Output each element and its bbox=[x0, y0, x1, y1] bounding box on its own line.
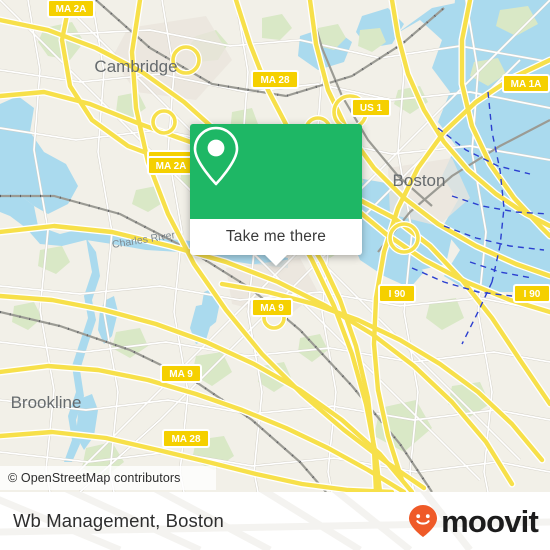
svg-text:I 90: I 90 bbox=[524, 289, 541, 300]
popup-icon-area bbox=[190, 124, 362, 219]
highway-shield: MA 2A bbox=[47, 0, 95, 18]
map-page: Charles River Cambridge Boston Brookline M… bbox=[0, 0, 550, 550]
map-attribution[interactable]: © OpenStreetMap contributors bbox=[0, 466, 216, 490]
svg-text:US 1: US 1 bbox=[360, 103, 383, 114]
highway-shield: US 1 bbox=[351, 98, 391, 117]
moovit-logo[interactable]: moovit bbox=[408, 503, 539, 539]
highway-shield: MA 28 bbox=[162, 429, 210, 448]
svg-text:I 90: I 90 bbox=[389, 289, 406, 300]
highway-shield: I 90 bbox=[513, 284, 550, 303]
highway-shield: MA 2A bbox=[147, 156, 195, 175]
svg-text:MA 1A: MA 1A bbox=[511, 79, 542, 90]
take-me-there-button[interactable]: Take me there bbox=[190, 219, 362, 255]
place-label: Brookline bbox=[11, 393, 82, 412]
take-me-there-label: Take me there bbox=[225, 228, 327, 245]
place-label: Cambridge bbox=[94, 57, 177, 76]
highway-shield: MA 9 bbox=[160, 364, 202, 383]
place-label: Boston bbox=[393, 171, 446, 190]
highway-shield: I 90 bbox=[378, 284, 416, 303]
svg-text:MA 9: MA 9 bbox=[169, 369, 193, 380]
attribution-text: © OpenStreetMap contributors bbox=[8, 471, 181, 485]
svg-text:MA 9: MA 9 bbox=[260, 303, 284, 314]
svg-text:MA 28: MA 28 bbox=[260, 75, 290, 86]
highway-shield: MA 9 bbox=[251, 298, 293, 317]
map-pin-icon bbox=[193, 126, 239, 186]
highway-shield: MA 1A bbox=[502, 74, 550, 93]
svg-text:MA 2A: MA 2A bbox=[56, 4, 87, 15]
svg-text:MA 28: MA 28 bbox=[171, 434, 201, 445]
map-canvas[interactable]: Charles River Cambridge Boston Brookline M… bbox=[0, 0, 550, 492]
moovit-smile-pin-icon bbox=[409, 505, 438, 537]
location-title: Wb Management, Boston bbox=[13, 510, 224, 531]
highway-shield: MA 28 bbox=[251, 70, 299, 89]
popup-pointer bbox=[265, 255, 287, 266]
footer-bar: Wb Management, Boston moovit bbox=[0, 492, 550, 550]
svg-text:MA 2A: MA 2A bbox=[156, 161, 187, 172]
moovit-wordmark: moovit bbox=[441, 503, 539, 539]
take-me-there-popup[interactable]: Take me there bbox=[190, 124, 362, 266]
